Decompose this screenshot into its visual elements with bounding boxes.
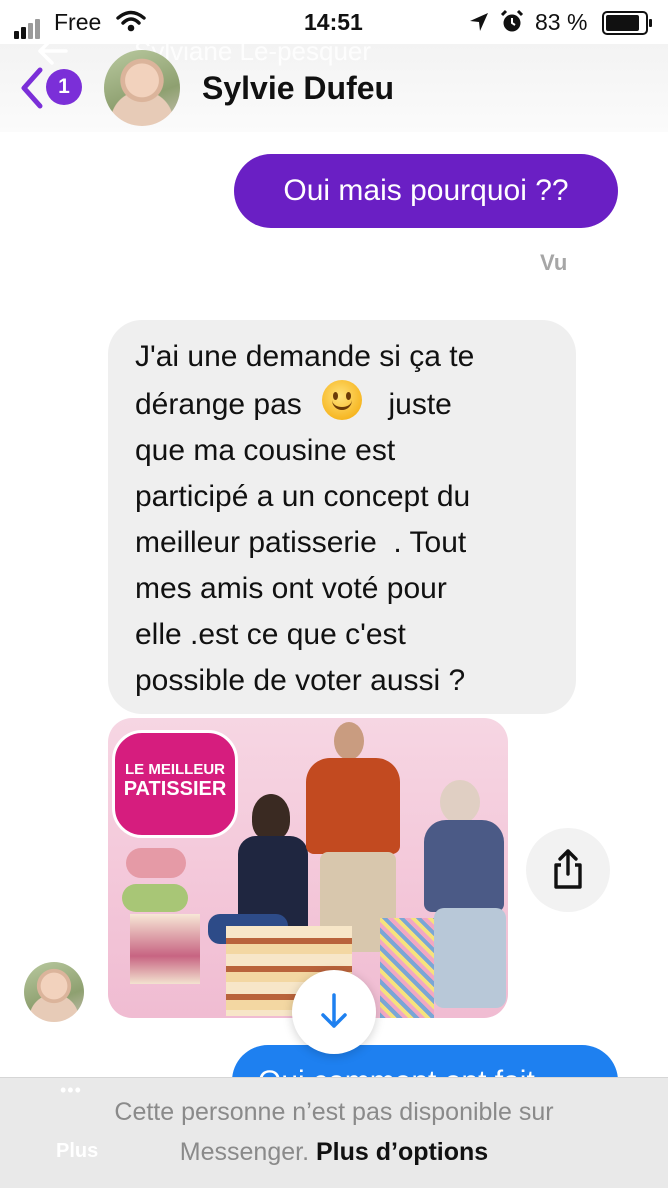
contact-name[interactable]: Sylvie Dufeu [202,70,394,107]
unavailable-footer: ••• Plus Cette personne n’est pas dispon… [0,1077,668,1188]
person-left-head [252,794,290,840]
message-line: mes amis ont voté pour [135,572,447,605]
back-chevron-icon [21,67,43,109]
message-line: meilleur patisserie . Tout [135,526,467,559]
person-right-body [424,820,504,912]
unavailable-line-1: Cette personne n’est pas disponible sur [114,1098,554,1126]
layer-cake [130,914,200,984]
message-line: participé a un concept du [135,480,471,513]
person-right-legs [434,908,506,1008]
contact-avatar[interactable] [104,50,180,126]
show-logo: LE MEILLEUR PATISSIER [112,730,238,838]
seen-label: Vu [540,250,568,275]
person-center-head [334,722,364,760]
battery-icon [602,11,652,35]
scroll-down-arrow-icon [321,993,347,1028]
macaron-green [122,884,188,912]
share-button[interactable] [526,828,610,912]
person-center-body [306,758,400,854]
macaron-pink [126,848,186,878]
carrier-label: Free [54,9,102,35]
unread-badge: 1 [46,69,82,105]
sprinkle-cake [380,918,434,1018]
message-line: que ma cousine est [135,434,396,467]
smiley-emoji-icon [322,380,363,420]
signal-icon [14,12,42,39]
outgoing-message[interactable]: Oui mais pourquoi ?? [234,154,618,228]
conversation-header: 1 Sylviane Le-pesquer Sylvie Dufeu [0,36,668,132]
back-button[interactable]: 1 [14,64,88,112]
person-right-head [440,780,480,824]
share-icon [554,849,582,889]
incoming-message[interactable]: J'ai une demande si ça te dérange pas ju… [108,320,576,714]
unavailable-line-2: Messenger. Plus d’options [179,1138,489,1166]
clock: 14:51 [304,9,363,35]
shared-image-card[interactable]: LE MEILLEUR PATISSIER [108,718,508,1018]
location-arrow-icon [470,13,488,31]
battery-percent: 83 % [535,9,588,35]
message-line: possible de voter aussi ? [135,664,466,697]
back-arrow-icon [38,37,68,65]
more-options-link[interactable]: Plus d’options [316,1138,488,1166]
alarm-icon [500,9,524,32]
sender-avatar[interactable] [24,962,84,1022]
message-line: elle .est ce que c'est [135,618,406,651]
wifi-icon [116,10,146,32]
message-line: dérange pas juste [135,380,576,428]
message-line: J'ai une demande si ça te [135,340,475,373]
scroll-to-bottom-button[interactable] [292,970,376,1054]
